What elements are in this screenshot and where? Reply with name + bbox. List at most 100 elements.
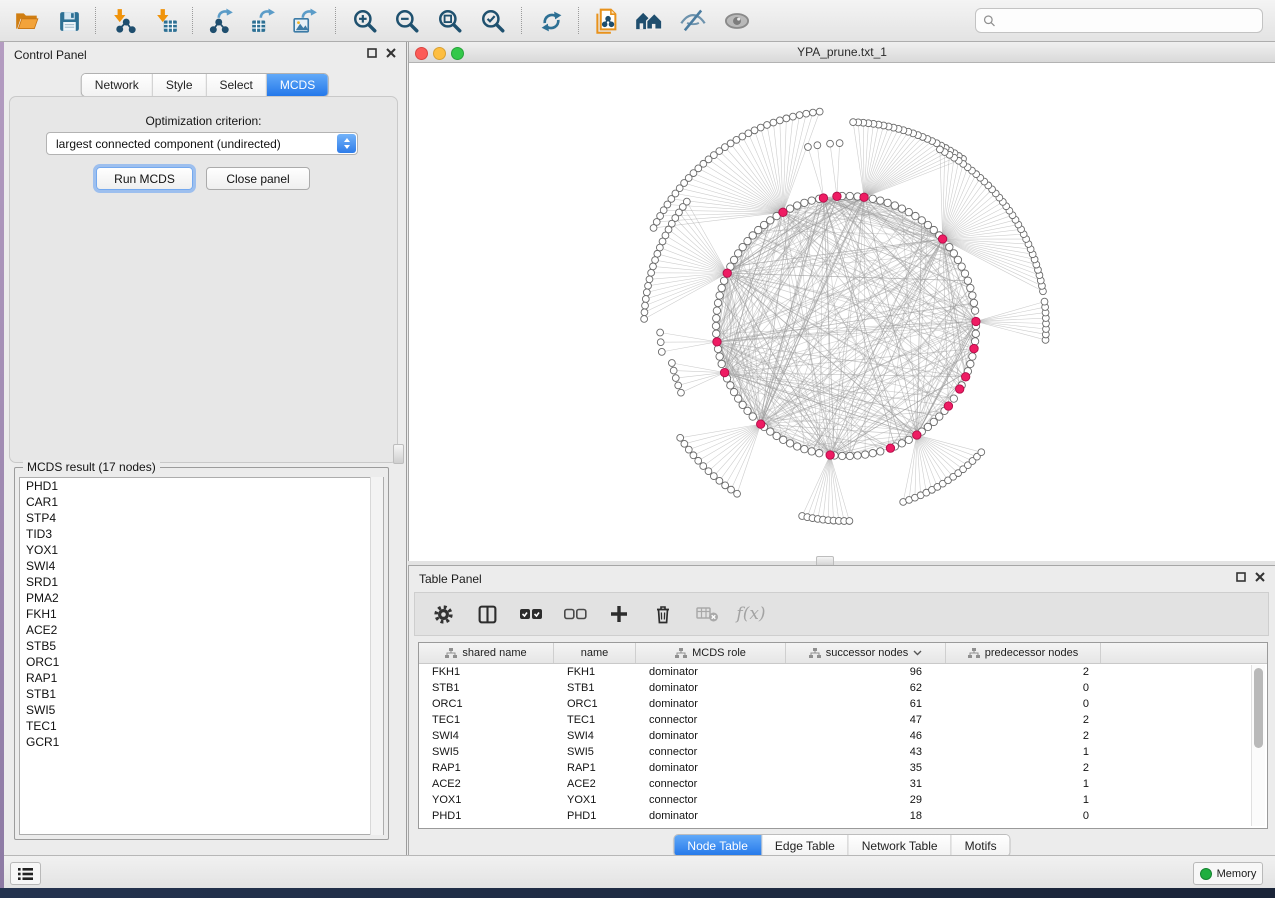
mcds-result-item[interactable]: SWI4 (20, 558, 383, 574)
vertical-splitter-handle[interactable] (393, 444, 404, 464)
cell-MCDS-role: dominator (636, 808, 786, 824)
tab-mcds[interactable]: MCDS (266, 74, 328, 96)
import-network-button[interactable] (106, 4, 140, 38)
minimize-window-icon[interactable] (433, 47, 446, 60)
close-panel-icon[interactable] (386, 48, 396, 58)
tab-edge-table[interactable]: Edge Table (761, 835, 848, 856)
select-all-icon (519, 607, 543, 621)
optimization-select[interactable]: largest connected component (undirected) (46, 132, 358, 155)
run-mcds-button[interactable]: Run MCDS (96, 167, 193, 190)
show-all-button[interactable] (720, 4, 754, 38)
close-panel-button[interactable]: Close panel (206, 167, 310, 190)
network-panel: YPA_prune.txt_1 (408, 42, 1275, 561)
mcds-result-item[interactable]: ACE2 (20, 622, 383, 638)
zoom-in-button[interactable] (348, 4, 382, 38)
mcds-result-item[interactable]: ORC1 (20, 654, 383, 670)
list-icon (17, 867, 34, 881)
refresh-button[interactable] (534, 4, 568, 38)
import-table-button[interactable] (149, 4, 183, 38)
search-input[interactable] (996, 13, 1255, 29)
mcds-result-item[interactable]: PHD1 (20, 478, 383, 494)
table-row[interactable]: ACE2ACE2connector311 (419, 776, 1267, 792)
column-type-icon (968, 648, 980, 659)
mcds-list-scrollbar[interactable] (370, 477, 383, 835)
mcds-result-item[interactable]: GCR1 (20, 734, 383, 750)
tab-motifs[interactable]: Motifs (951, 835, 1010, 856)
tab-network-table[interactable]: Network Table (848, 835, 951, 856)
columns-icon (477, 604, 498, 625)
mcds-options-box: Optimization criterion: largest connecte… (9, 96, 398, 463)
mcds-result-groupbox: MCDS result (17 nodes) PHD1CAR1STP4TID3Y… (14, 467, 389, 840)
mcds-result-list[interactable]: PHD1CAR1STP4TID3YOX1SWI4SRD1PMA2FKH1ACE2… (19, 477, 384, 835)
column-header-name[interactable]: name (554, 643, 636, 663)
open-file-button[interactable] (10, 4, 44, 38)
mcds-result-item[interactable]: TID3 (20, 526, 383, 542)
tab-node-table[interactable]: Node Table (674, 835, 761, 856)
add-column-button[interactable] (607, 602, 631, 626)
mcds-result-item[interactable]: STB5 (20, 638, 383, 654)
float-panel-icon[interactable] (367, 48, 377, 58)
mcds-result-item[interactable]: STB1 (20, 686, 383, 702)
table-row[interactable]: PHD1PHD1dominator180 (419, 808, 1267, 824)
mcds-result-item[interactable]: RAP1 (20, 670, 383, 686)
mcds-result-item[interactable]: YOX1 (20, 542, 383, 558)
table-row[interactable]: STB1STB1dominator620 (419, 680, 1267, 696)
cell-successor-nodes: 43 (786, 744, 946, 760)
export-table-button[interactable] (246, 4, 280, 38)
table-row[interactable]: ORC1ORC1dominator610 (419, 696, 1267, 712)
tab-select[interactable]: Select (206, 74, 266, 96)
cell-name: SWI4 (554, 728, 636, 744)
table-row[interactable]: FKH1FKH1dominator962 (419, 664, 1267, 680)
zoom-out-button[interactable] (390, 4, 424, 38)
first-neighbors-button[interactable] (590, 4, 624, 38)
cell-MCDS-role: dominator (636, 728, 786, 744)
table-settings-button[interactable] (431, 602, 455, 626)
table-row[interactable]: SWI5SWI5connector431 (419, 744, 1267, 760)
zoom-selected-button[interactable] (476, 4, 510, 38)
tab-network[interactable]: Network (82, 74, 152, 96)
export-image-button[interactable] (288, 4, 322, 38)
table-body: FKH1FKH1dominator962STB1STB1dominator620… (419, 664, 1267, 824)
cell-successor-nodes: 96 (786, 664, 946, 680)
table-row[interactable]: RAP1RAP1dominator352 (419, 760, 1267, 776)
close-panel-icon[interactable] (1255, 572, 1265, 582)
hide-selected-button[interactable] (676, 4, 710, 38)
table-row[interactable]: TEC1TEC1connector472 (419, 712, 1267, 728)
close-window-icon[interactable] (415, 47, 428, 60)
save-icon (57, 9, 82, 34)
deselect-all-button[interactable] (563, 602, 587, 626)
memory-button[interactable]: Memory (1193, 862, 1263, 885)
table-row[interactable]: SWI4SWI4dominator462 (419, 728, 1267, 744)
export-network-button[interactable] (205, 4, 239, 38)
app-window: Control Panel NetworkStyleSelectMCDS Opt… (0, 0, 1275, 888)
mcds-result-item[interactable]: STP4 (20, 510, 383, 526)
save-session-button[interactable] (52, 4, 86, 38)
table-scrollbar-thumb[interactable] (1254, 668, 1263, 748)
show-columns-button[interactable] (475, 602, 499, 626)
home-networks-button[interactable] (632, 4, 666, 38)
mcds-result-item[interactable]: SWI5 (20, 702, 383, 718)
column-header-MCDS-role[interactable]: MCDS role (636, 643, 786, 663)
table-scrollbar[interactable] (1251, 665, 1265, 826)
maximize-window-icon[interactable] (451, 47, 464, 60)
mcds-result-item[interactable]: PMA2 (20, 590, 383, 606)
mcds-result-item[interactable]: TEC1 (20, 718, 383, 734)
mcds-result-item[interactable]: CAR1 (20, 494, 383, 510)
network-graph[interactable] (409, 63, 1274, 560)
tab-style[interactable]: Style (152, 74, 206, 96)
search-box[interactable] (975, 8, 1263, 33)
delete-column-button[interactable] (651, 602, 675, 626)
mcds-result-item[interactable]: FKH1 (20, 606, 383, 622)
task-history-button[interactable] (10, 862, 41, 885)
column-header-predecessor-nodes[interactable]: predecessor nodes (946, 643, 1101, 663)
cell-predecessor-nodes: 1 (946, 776, 1101, 792)
table-row[interactable]: YOX1YOX1connector291 (419, 792, 1267, 808)
select-all-button[interactable] (519, 602, 543, 626)
column-header-successor-nodes[interactable]: successor nodes (786, 643, 946, 663)
zoom-fit-button[interactable] (433, 4, 467, 38)
float-panel-icon[interactable] (1236, 572, 1246, 582)
column-header-shared-name[interactable]: shared name (419, 643, 554, 663)
cell-shared-name: ACE2 (419, 776, 554, 792)
cell-shared-name: RAP1 (419, 760, 554, 776)
mcds-result-item[interactable]: SRD1 (20, 574, 383, 590)
